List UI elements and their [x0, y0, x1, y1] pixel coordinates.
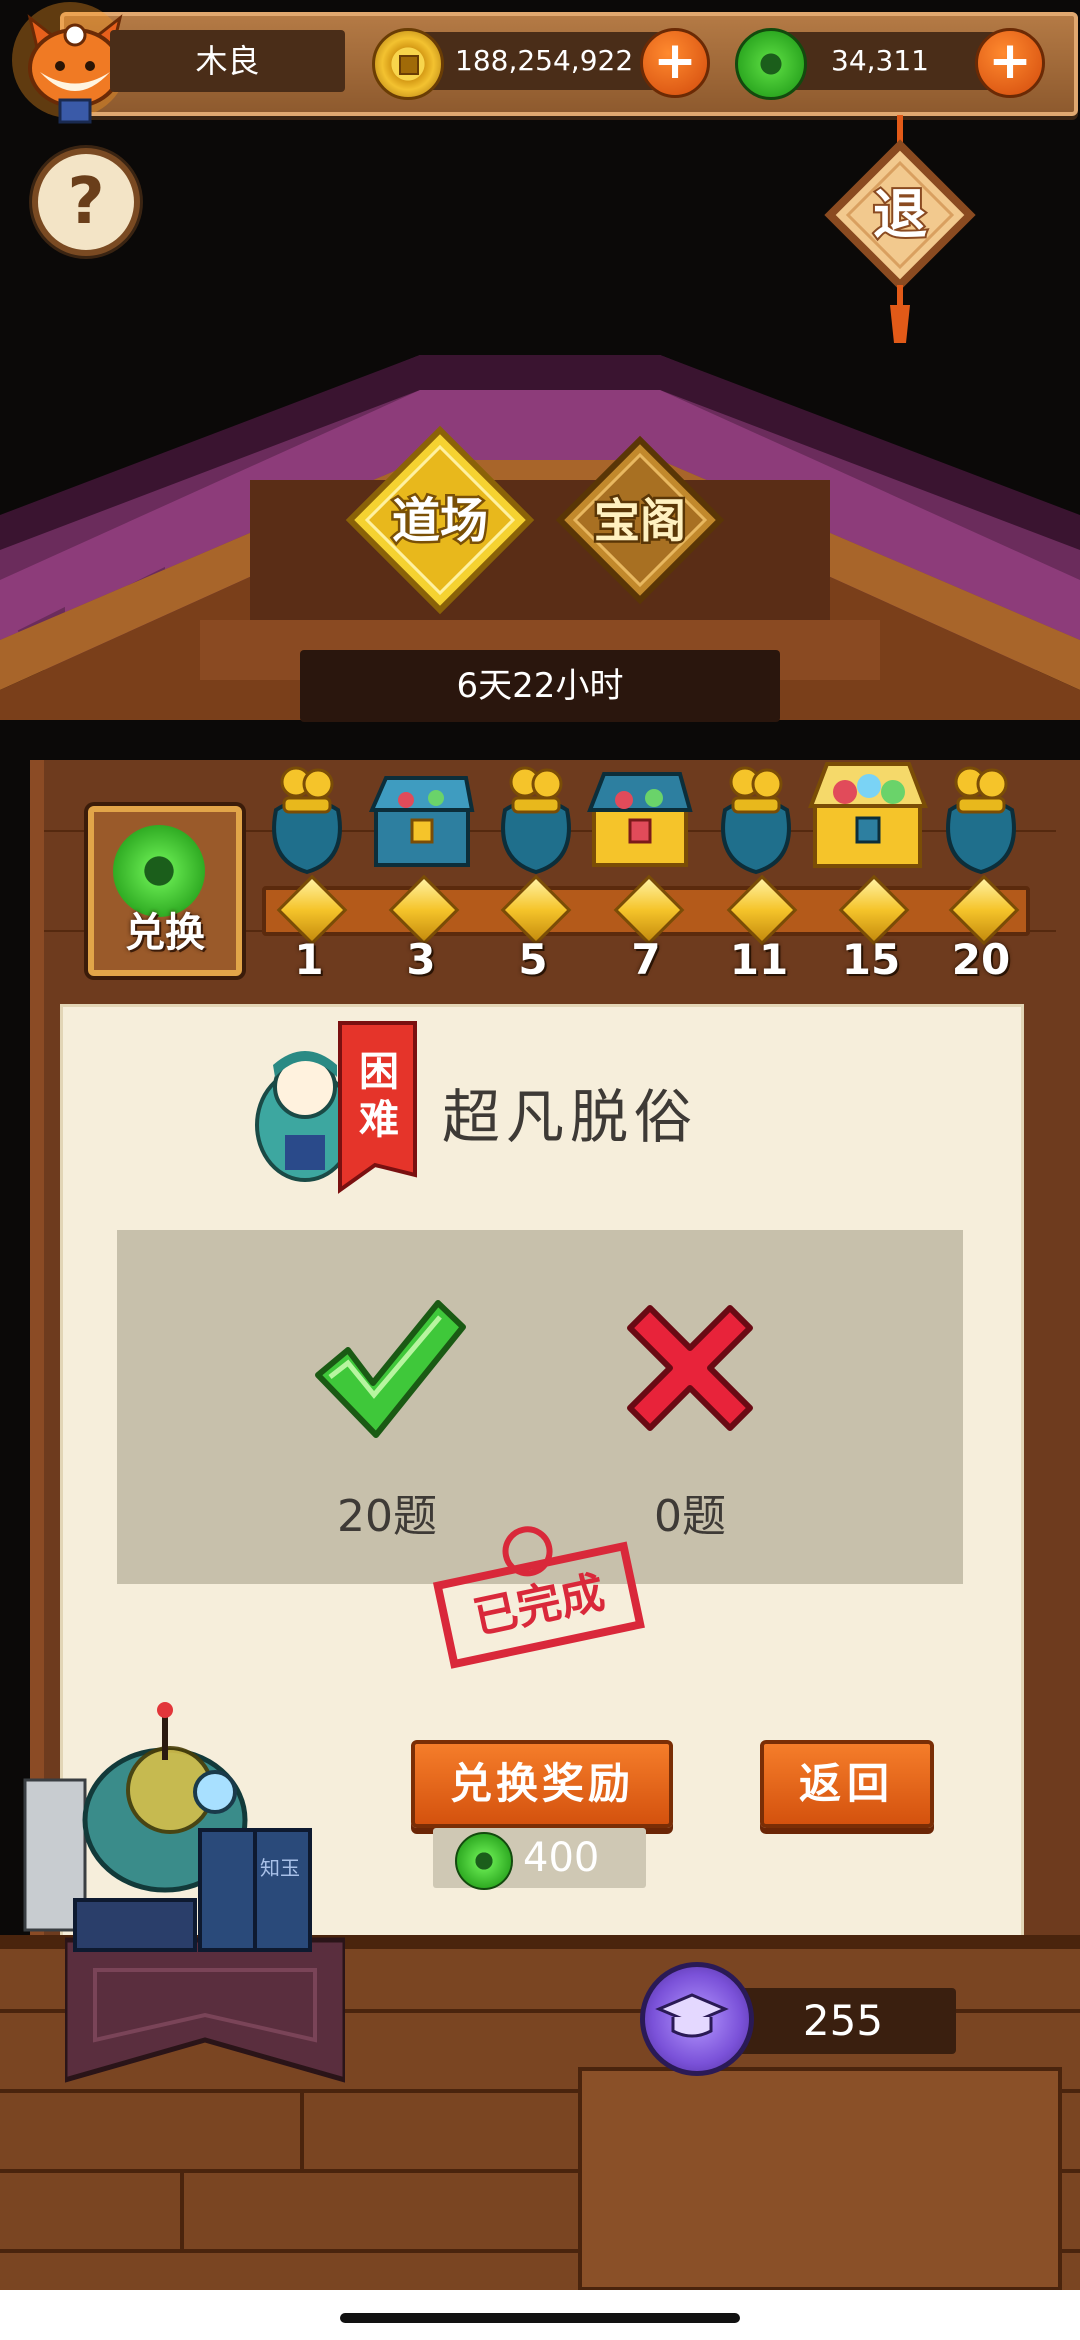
reward-gold-chest-icon[interactable]: [582, 760, 697, 880]
add-jade-button[interactable]: +: [975, 28, 1045, 98]
exit-button[interactable]: 退: [820, 115, 980, 345]
level-title: 超凡脱俗: [442, 1083, 699, 1151]
player-name: 木良: [110, 30, 345, 92]
reward-money-bag-icon[interactable]: [256, 760, 358, 880]
gold-coin-icon: [372, 28, 444, 100]
reward-blue-chest-icon[interactable]: [366, 760, 478, 880]
exchange-label: 兑换: [125, 910, 205, 956]
reward-money-bag-icon[interactable]: [930, 760, 1032, 880]
reward-money-bag-icon[interactable]: [705, 760, 807, 880]
reward-large-chest-icon[interactable]: [805, 752, 930, 872]
cost-amount: 400: [523, 1835, 600, 1881]
tab-treasure[interactable]: 宝阁: [545, 425, 735, 615]
exit-label: 退: [873, 183, 927, 246]
milestone-label: 7: [631, 935, 661, 984]
correct-check-icon: [308, 1295, 468, 1445]
help-button[interactable]: ?: [32, 148, 140, 256]
jade-icon: [735, 28, 807, 100]
exchange-reward-button[interactable]: 兑换奖励: [411, 1740, 673, 1828]
difficulty-badge: 困 难: [245, 1015, 425, 1200]
jade-icon: [455, 1832, 513, 1890]
return-button[interactable]: 返回: [760, 1740, 934, 1828]
milestone-label: 20: [951, 935, 1011, 984]
home-indicator[interactable]: [340, 2313, 740, 2323]
tab-dojo[interactable]: 道场: [345, 425, 535, 615]
wrong-cross-icon: [620, 1298, 760, 1438]
jade-amount: 34,311: [831, 44, 929, 77]
milestone-label: 11: [729, 935, 789, 984]
milestone-label: 3: [406, 935, 436, 984]
difficulty-char-2: 难: [359, 1097, 399, 1143]
milestone-label: 15: [841, 935, 901, 984]
book-label: 知玉: [260, 1856, 300, 1880]
graduation-cap-icon: [640, 1962, 754, 2076]
tab-treasure-label: 宝阁: [594, 494, 686, 548]
milestone-label: 5: [518, 935, 548, 984]
add-coins-button[interactable]: +: [640, 28, 710, 98]
event-countdown: 6天22小时: [300, 650, 780, 722]
scholar-character-icon: 知玉: [15, 1700, 335, 1960]
knowledge-points: 255: [730, 1988, 956, 2054]
milestone-label: 1: [294, 935, 324, 984]
difficulty-char-1: 困: [359, 1049, 399, 1095]
reward-money-bag-icon[interactable]: [485, 760, 587, 880]
coin-amount: 188,254,922: [455, 44, 634, 77]
completed-stamp: 已完成: [430, 1520, 650, 1680]
tab-dojo-label: 道场: [392, 493, 488, 549]
